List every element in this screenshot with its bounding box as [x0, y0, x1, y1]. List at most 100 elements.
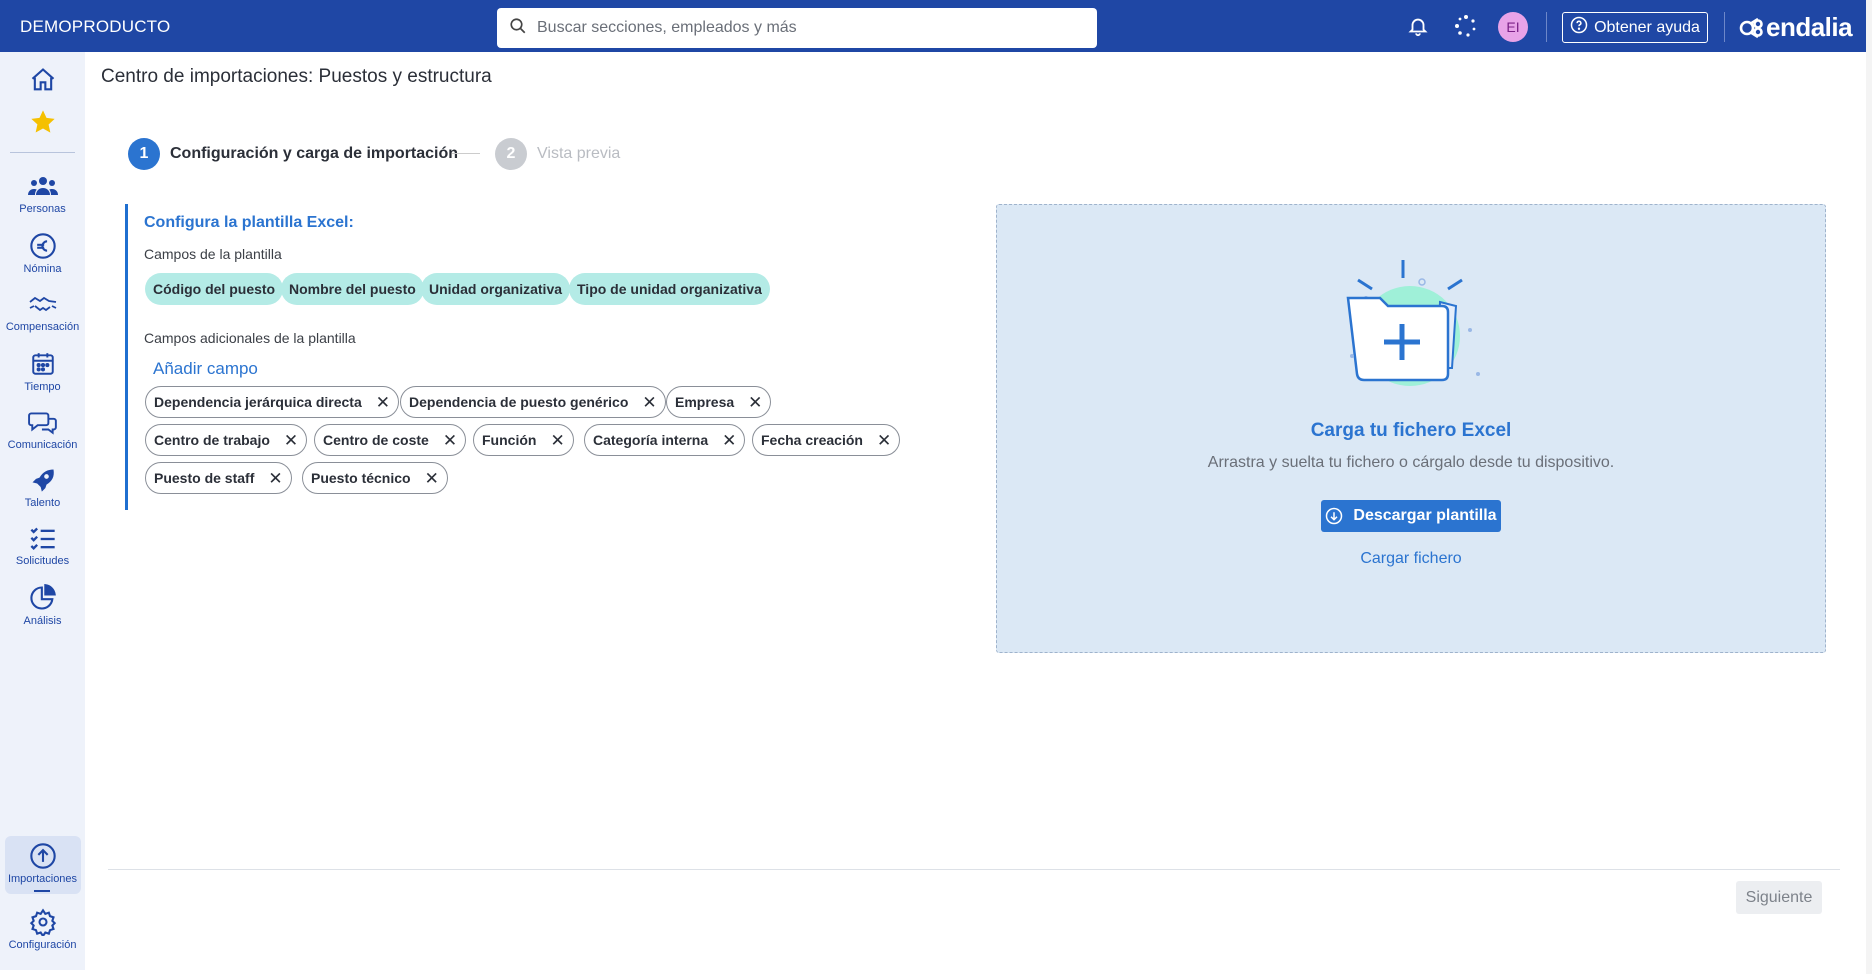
sidebar-item-home[interactable] [0, 66, 85, 94]
bell-icon[interactable] [1406, 14, 1430, 38]
upload-icon [29, 843, 56, 869]
chip-label: Centro de coste [323, 432, 429, 448]
chip-label: Puesto técnico [311, 470, 411, 486]
additional-field-chip: Dependencia jerárquica directa ✕ [145, 386, 400, 418]
sidebar-item-label: Personas [19, 203, 66, 215]
active-indicator [34, 890, 50, 892]
download-template-button[interactable]: Descargar plantilla [1321, 500, 1501, 532]
handshake-icon [28, 296, 56, 312]
chip-label: Puesto de staff [154, 470, 255, 486]
sidebar-item-label: Compensación [5, 321, 80, 333]
sidebar-item-label: Talento [24, 497, 61, 509]
chip-label: Empresa [675, 394, 735, 410]
upload-subtitle: Arrastra y suelta tu fichero o cárgalo d… [1207, 454, 1615, 471]
home-icon [31, 68, 54, 91]
sidebar-item-nomina[interactable]: Nómina [0, 232, 85, 275]
upload-file-link[interactable]: Cargar fichero [996, 550, 1826, 568]
sidebar-item-label: Solicitudes [15, 555, 70, 567]
additional-field-chip: Fecha creación ✕ [752, 424, 901, 456]
sidebar-item-tiempo[interactable]: Tiempo [0, 350, 85, 393]
remove-chip-icon[interactable]: ✕ [425, 470, 439, 487]
sidebar-divider [10, 152, 75, 153]
divider [1546, 12, 1547, 42]
sidebar-item-configuracion[interactable]: Configuración [0, 908, 85, 951]
sidebar-item-analisis[interactable]: Análisis [0, 584, 85, 627]
search-box[interactable] [497, 8, 1097, 48]
additional-field-chip: Categoría interna ✕ [584, 424, 746, 456]
sidebar-item-label: Configuración [8, 939, 77, 951]
step-label: Configuración y carga de importación [170, 145, 459, 162]
endalia-logo[interactable]: endalia [1738, 12, 1853, 43]
next-button[interactable]: Siguiente [1736, 881, 1822, 914]
step-2[interactable]: 2 Vista previa [495, 138, 620, 170]
top-bar: DEMOPRODUCTO EI Obtener ayuda endalia [0, 0, 1868, 52]
scrollbar[interactable] [1866, 0, 1872, 974]
avatar[interactable]: EI [1498, 12, 1528, 42]
euro-icon [29, 233, 56, 259]
remove-chip-icon[interactable]: ✕ [376, 394, 390, 411]
additional-field-chip: Dependencia de puesto genérico ✕ [400, 386, 666, 418]
footer-divider [108, 869, 1840, 870]
step-1[interactable]: 1 Configuración y carga de importación [128, 138, 458, 170]
chip-label: Categoría interna [593, 432, 709, 448]
chip-label: Dependencia jerárquica directa [154, 394, 362, 410]
help-button[interactable]: Obtener ayuda [1562, 12, 1708, 43]
step-connector [452, 153, 480, 154]
additional-fields-label: Campos adicionales de la plantilla [144, 330, 356, 346]
endalia-logo-icon [1739, 17, 1763, 38]
sidebar-item-importaciones[interactable]: Importaciones [0, 842, 85, 885]
sidebar-item-talento[interactable]: Talento [0, 466, 85, 509]
additional-field-chip: Puesto de staff ✕ [145, 462, 292, 494]
template-field-chip: Tipo de unidad organizativa [569, 273, 770, 305]
chip-label: Dependencia de puesto genérico [409, 394, 629, 410]
divider [1724, 12, 1725, 42]
step-label: Vista previa [537, 145, 621, 162]
template-field-chip: Unidad organizativa [421, 273, 571, 305]
step-number: 2 [495, 138, 527, 170]
config-title: Configura la plantilla Excel: [144, 214, 354, 231]
sidebar-item-label: Tiempo [24, 381, 61, 393]
remove-chip-icon[interactable]: ✕ [642, 394, 656, 411]
search-icon [509, 17, 527, 40]
download-icon [1326, 507, 1343, 525]
add-field-link[interactable]: Añadir campo [153, 359, 258, 379]
remove-chip-icon[interactable]: ✕ [550, 432, 564, 449]
company-name[interactable]: DEMOPRODUCTO [20, 17, 170, 37]
additional-field-chip: Puesto técnico ✕ [302, 462, 448, 494]
folder-add-icon [1346, 260, 1480, 386]
rocket-icon [32, 469, 54, 492]
sidebar-item-compensacion[interactable]: Compensación [0, 292, 85, 333]
gear-icon [29, 908, 56, 936]
sidebar-item-solicitudes[interactable]: Solicitudes [0, 526, 85, 567]
template-fields-label: Campos de la plantilla [144, 246, 282, 262]
remove-chip-icon[interactable]: ✕ [748, 394, 762, 411]
remove-chip-icon[interactable]: ✕ [722, 432, 736, 449]
step-number: 1 [128, 138, 160, 170]
sidebar-item-label: Comunicación [7, 439, 78, 451]
star-icon [30, 110, 55, 133]
upload-title: Carga tu fichero Excel [1310, 420, 1512, 441]
logo-text: endalia [1766, 12, 1853, 42]
loading-dots-icon[interactable] [1454, 14, 1478, 38]
sidebar-item-label: Análisis [23, 615, 62, 627]
search-input[interactable] [537, 19, 1077, 37]
sidebar-item-favorites[interactable] [0, 108, 85, 136]
sidebar: Personas Nómina Compensación Tiempo Comu… [0, 52, 85, 970]
people-icon [27, 177, 58, 195]
remove-chip-icon[interactable]: ✕ [877, 432, 891, 449]
chip-label: Fecha creación [761, 432, 863, 448]
additional-field-chip: Función ✕ [473, 424, 574, 456]
help-label: Obtener ayuda [1594, 18, 1700, 36]
remove-chip-icon[interactable]: ✕ [284, 432, 298, 449]
remove-chip-icon[interactable]: ✕ [443, 432, 457, 449]
additional-field-chip: Centro de trabajo ✕ [145, 424, 308, 456]
chip-label: Función [482, 432, 537, 448]
remove-chip-icon[interactable]: ✕ [268, 470, 282, 487]
sidebar-item-comunicacion[interactable]: Comunicación [0, 408, 85, 451]
chat-icon [27, 412, 57, 435]
sidebar-item-personas[interactable]: Personas [0, 174, 85, 215]
template-field-chip: Código del puesto [145, 273, 284, 305]
help-icon [1570, 16, 1588, 39]
sidebar-item-label: Importaciones [7, 873, 78, 885]
page-title: Centro de importaciones: Puestos y estru… [101, 66, 492, 87]
